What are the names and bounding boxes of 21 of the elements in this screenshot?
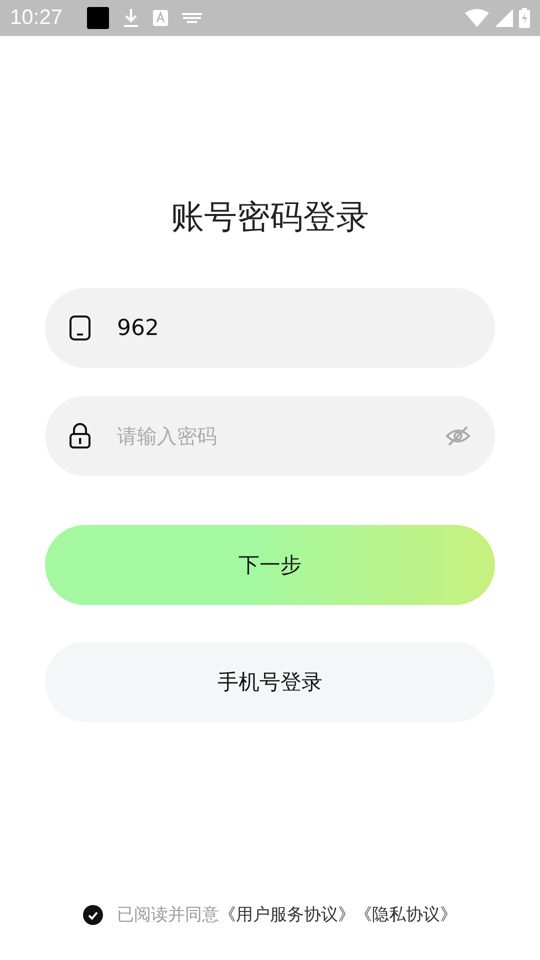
- notification-square-icon: [86, 7, 109, 29]
- battery-charging-icon: [519, 8, 530, 28]
- keyboard-icon: [182, 13, 202, 23]
- agreement-link[interactable]: 《隐私协议》: [355, 903, 457, 926]
- agree-checkbox[interactable]: [83, 904, 103, 924]
- signal-icon: [495, 9, 513, 27]
- agreement-link[interactable]: 《用户服务协议》: [219, 903, 355, 926]
- password-field[interactable]: 请输入密码: [45, 396, 495, 476]
- account-input[interactable]: 962: [115, 314, 471, 342]
- phone-login-button[interactable]: 手机号登录: [45, 642, 495, 722]
- status-time: 10:27: [10, 6, 63, 30]
- next-button[interactable]: 下一步: [45, 525, 495, 605]
- lock-icon: [69, 423, 91, 449]
- password-input[interactable]: 请输入密码: [115, 422, 421, 450]
- page-title: 账号密码登录: [171, 196, 369, 238]
- agreement-text: 已阅读并同意: [117, 904, 219, 926]
- wifi-icon: [465, 9, 489, 27]
- account-field[interactable]: 962: [45, 288, 495, 368]
- text-a-icon: [152, 10, 168, 26]
- phone-icon: [69, 315, 91, 341]
- download-icon: [122, 7, 139, 29]
